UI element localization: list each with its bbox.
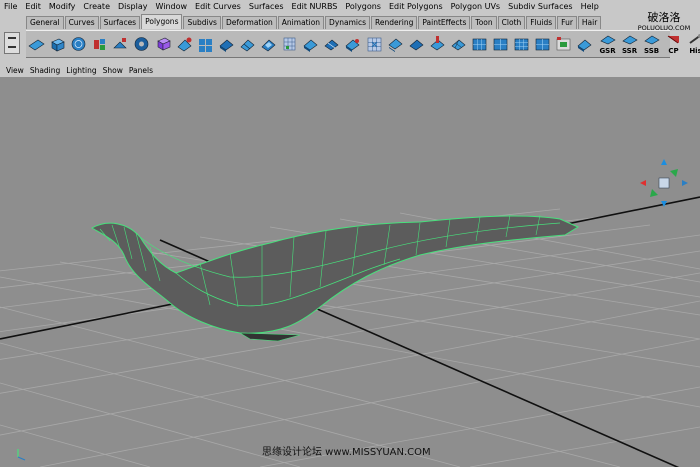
poly-cube-icon[interactable]	[49, 34, 66, 54]
watermark-top-line1: 破洛洛	[647, 11, 681, 24]
shelf-button-ssr[interactable]: SSR	[620, 33, 640, 55]
shelf-button-cp-label: CP	[668, 47, 679, 55]
menu-surfaces[interactable]: Surfaces	[245, 0, 288, 13]
extrude-face-icon[interactable]	[260, 34, 277, 54]
poly-pipe-icon[interactable]	[176, 34, 193, 54]
poly-torus-icon[interactable]	[133, 34, 150, 54]
shelf-button-ssr-label: SSR	[621, 47, 638, 55]
menu-edit-polygons[interactable]: Edit Polygons	[385, 0, 447, 13]
watermark-top: 破洛洛 POLUOLUO.COM	[630, 11, 698, 33]
combine-icon[interactable]	[534, 34, 551, 54]
extrude-edge-icon[interactable]	[281, 34, 298, 54]
cut-faces-icon[interactable]	[344, 34, 361, 54]
collapse-icon[interactable]	[408, 34, 425, 54]
watermark-bottom: 思缘设计论坛 www.MISSYUAN.COM	[262, 447, 431, 458]
shelf-menu-bar-icon	[8, 46, 16, 48]
shelf-button-ssb[interactable]: SSB	[642, 33, 662, 55]
panel-menu-lighting[interactable]: Lighting	[63, 66, 99, 75]
menu-polygon-uvs[interactable]: Polygon UVs	[447, 0, 504, 13]
poly-helix-icon[interactable]	[197, 34, 214, 54]
tab-deformation[interactable]: Deformation	[221, 16, 277, 29]
ssr-icon	[621, 35, 638, 45]
poly-soccer-ball-icon[interactable]	[218, 34, 235, 54]
merge-edge-icon[interactable]	[387, 34, 404, 54]
poly-plane-icon[interactable]	[28, 34, 45, 54]
poly-cylinder-icon[interactable]	[91, 34, 108, 54]
his-icon	[688, 34, 700, 44]
tab-toon[interactable]: Toon	[471, 16, 497, 29]
panel-menu-view[interactable]: View	[3, 66, 27, 75]
menu-subdiv-surfaces[interactable]: Subdiv Surfaces	[504, 0, 576, 13]
gsr-icon	[599, 35, 616, 45]
shelf-menu-button[interactable]	[4, 32, 20, 54]
main-menu-bar: File Edit Modify Create Display Window E…	[0, 0, 700, 13]
tab-dynamics[interactable]: Dynamics	[325, 16, 371, 29]
shelf-button-his-label: His	[689, 47, 700, 55]
quadrangulate-icon[interactable]	[492, 34, 509, 54]
smooth-icon[interactable]	[429, 34, 446, 54]
menu-display[interactable]: Display	[114, 0, 152, 13]
triangulate-icon[interactable]	[471, 34, 488, 54]
menu-window[interactable]: Window	[152, 0, 192, 13]
tab-rendering[interactable]: Rendering	[371, 16, 418, 29]
shelf-menu-bar-icon	[8, 37, 16, 39]
shelf-button-his[interactable]: His	[686, 33, 700, 55]
menu-edit-curves[interactable]: Edit Curves	[191, 0, 245, 13]
shelf-button-gsr-label: GSR	[599, 47, 616, 55]
shelf-button-cp[interactable]: CP	[664, 33, 684, 55]
tab-surfaces[interactable]: Surfaces	[99, 16, 141, 29]
tab-general[interactable]: General	[26, 16, 64, 29]
tab-fluids[interactable]: Fluids	[526, 16, 557, 29]
panel-menu-bar: View Shading Lighting Show Panels	[0, 64, 700, 76]
menu-create[interactable]: Create	[79, 0, 114, 13]
tab-fur[interactable]: Fur	[557, 16, 577, 29]
tab-hair[interactable]: Hair	[577, 16, 602, 29]
poly-sphere-icon[interactable]	[70, 34, 87, 54]
perspective-viewport[interactable]	[0, 77, 700, 467]
poly-prism-icon[interactable]	[155, 34, 172, 54]
subdivide-icon[interactable]	[450, 34, 467, 54]
tab-painteffects[interactable]: PaintEffects	[418, 16, 471, 29]
tab-animation[interactable]: Animation	[277, 16, 325, 29]
menu-polygons[interactable]: Polygons	[341, 0, 385, 13]
menu-edit-nurbs[interactable]: Edit NURBS	[288, 0, 342, 13]
polygons-shelf: GSR SSR SSB CP His SS	[26, 30, 700, 58]
shelf-tab-bar: General Curves Surfaces Polygons Subdivs…	[26, 14, 602, 29]
separate-icon[interactable]	[555, 34, 572, 54]
shelf-button-ssb-label: SSB	[643, 47, 660, 55]
viewport-scene	[0, 77, 700, 467]
mirror-geometry-icon[interactable]	[513, 34, 530, 54]
extract-icon[interactable]	[576, 34, 593, 54]
merge-vertices-icon[interactable]	[366, 34, 383, 54]
menu-file[interactable]: File	[0, 0, 21, 13]
shelf-button-gsr[interactable]: GSR	[598, 33, 618, 55]
menu-help[interactable]: Help	[577, 0, 603, 13]
menu-edit[interactable]: Edit	[21, 0, 45, 13]
tab-curves[interactable]: Curves	[64, 16, 99, 29]
menu-modify[interactable]: Modify	[45, 0, 80, 13]
cp-icon	[667, 35, 679, 44]
ssb-icon	[643, 35, 660, 45]
tab-polygons[interactable]: Polygons	[141, 14, 183, 29]
panel-menu-shading[interactable]: Shading	[27, 66, 63, 75]
panel-menu-panels[interactable]: Panels	[126, 66, 156, 75]
poly-platonic-icon[interactable]	[239, 34, 256, 54]
poly-cone-icon[interactable]	[112, 34, 129, 54]
tab-cloth[interactable]: Cloth	[497, 16, 526, 29]
tab-subdivs[interactable]: Subdivs	[183, 16, 221, 29]
split-polygon-icon[interactable]	[323, 34, 340, 54]
append-polygon-icon[interactable]	[302, 34, 319, 54]
panel-menu-show[interactable]: Show	[100, 66, 126, 75]
